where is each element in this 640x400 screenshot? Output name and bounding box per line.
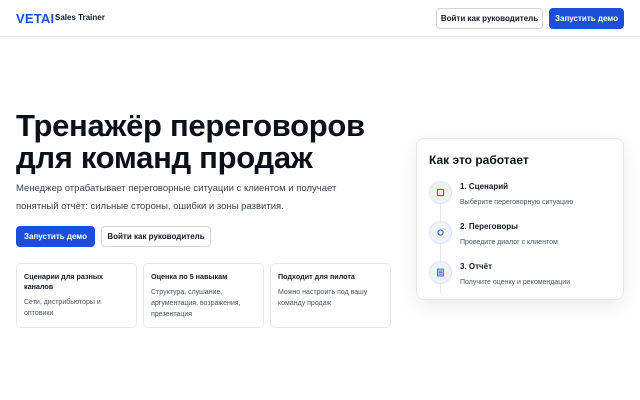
hero-title-line2: для команд продаж	[16, 140, 313, 175]
document-icon	[429, 261, 452, 284]
square-icon	[429, 181, 452, 204]
feature-text: Структура, слушание, аргументация, возра…	[151, 289, 241, 318]
manager-login-button[interactable]: Войти как руководитель	[436, 8, 543, 29]
how-it-works-title: Как это работает	[429, 153, 529, 167]
hero-description-line1: Менеджер отрабатывает переговорные ситуа…	[16, 183, 337, 194]
feature-card-channels: Сценарии для разных каналов Сети, дистри…	[16, 263, 137, 328]
logo[interactable]: VETAI	[16, 11, 54, 26]
circle-icon	[429, 221, 452, 244]
step-text-scenario: Выберите переговорную ситуацию	[460, 199, 574, 206]
feature-title: Сценарии для разных каналов	[24, 272, 104, 291]
feature-card-skills: Оценка по 5 навыкам Структура, слушание,…	[143, 263, 264, 328]
product-name: Sales Trainer	[55, 13, 105, 22]
hero-title-line1: Тренажёр переговоров	[16, 108, 365, 143]
step-title-report: 3. Отчёт	[460, 262, 493, 271]
top-navbar: VETAI Sales Trainer Войти как руководите…	[0, 0, 640, 37]
hero-title: Тренажёр переговоров для команд продаж	[16, 110, 396, 174]
hero-start-demo-button[interactable]: Запустить демо	[16, 226, 95, 247]
feature-title: Оценка по 5 навыкам	[151, 272, 228, 281]
hero-manager-login-button[interactable]: Войти как руководитель	[101, 226, 211, 247]
step-title-scenario: 1. Сценарий	[460, 182, 509, 191]
feature-title: Подходит для пилота	[278, 272, 355, 281]
hero-description-line2: понятный отчёт: сильные стороны, ошибки …	[16, 201, 284, 212]
start-demo-button[interactable]: Запустить демо	[549, 8, 624, 29]
step-text-negotiation: Проведите диалог с клиентом	[460, 239, 558, 246]
step-title-negotiation: 2. Переговоры	[460, 222, 518, 231]
how-it-works-card: Как это работает 1. Сценарий Выберите пе…	[416, 138, 624, 300]
feature-text: Можно настроить под вашу команду продаж	[278, 289, 368, 307]
hero-description: Менеджер отрабатывает переговорные ситуа…	[16, 180, 346, 216]
feature-card-pilot: Подходит для пилота Можно настроить под …	[270, 263, 391, 328]
feature-text: Сети, дистрибьюторы и оптовики	[24, 299, 101, 317]
step-text-report: Получите оценку и рекомендации	[460, 279, 571, 286]
